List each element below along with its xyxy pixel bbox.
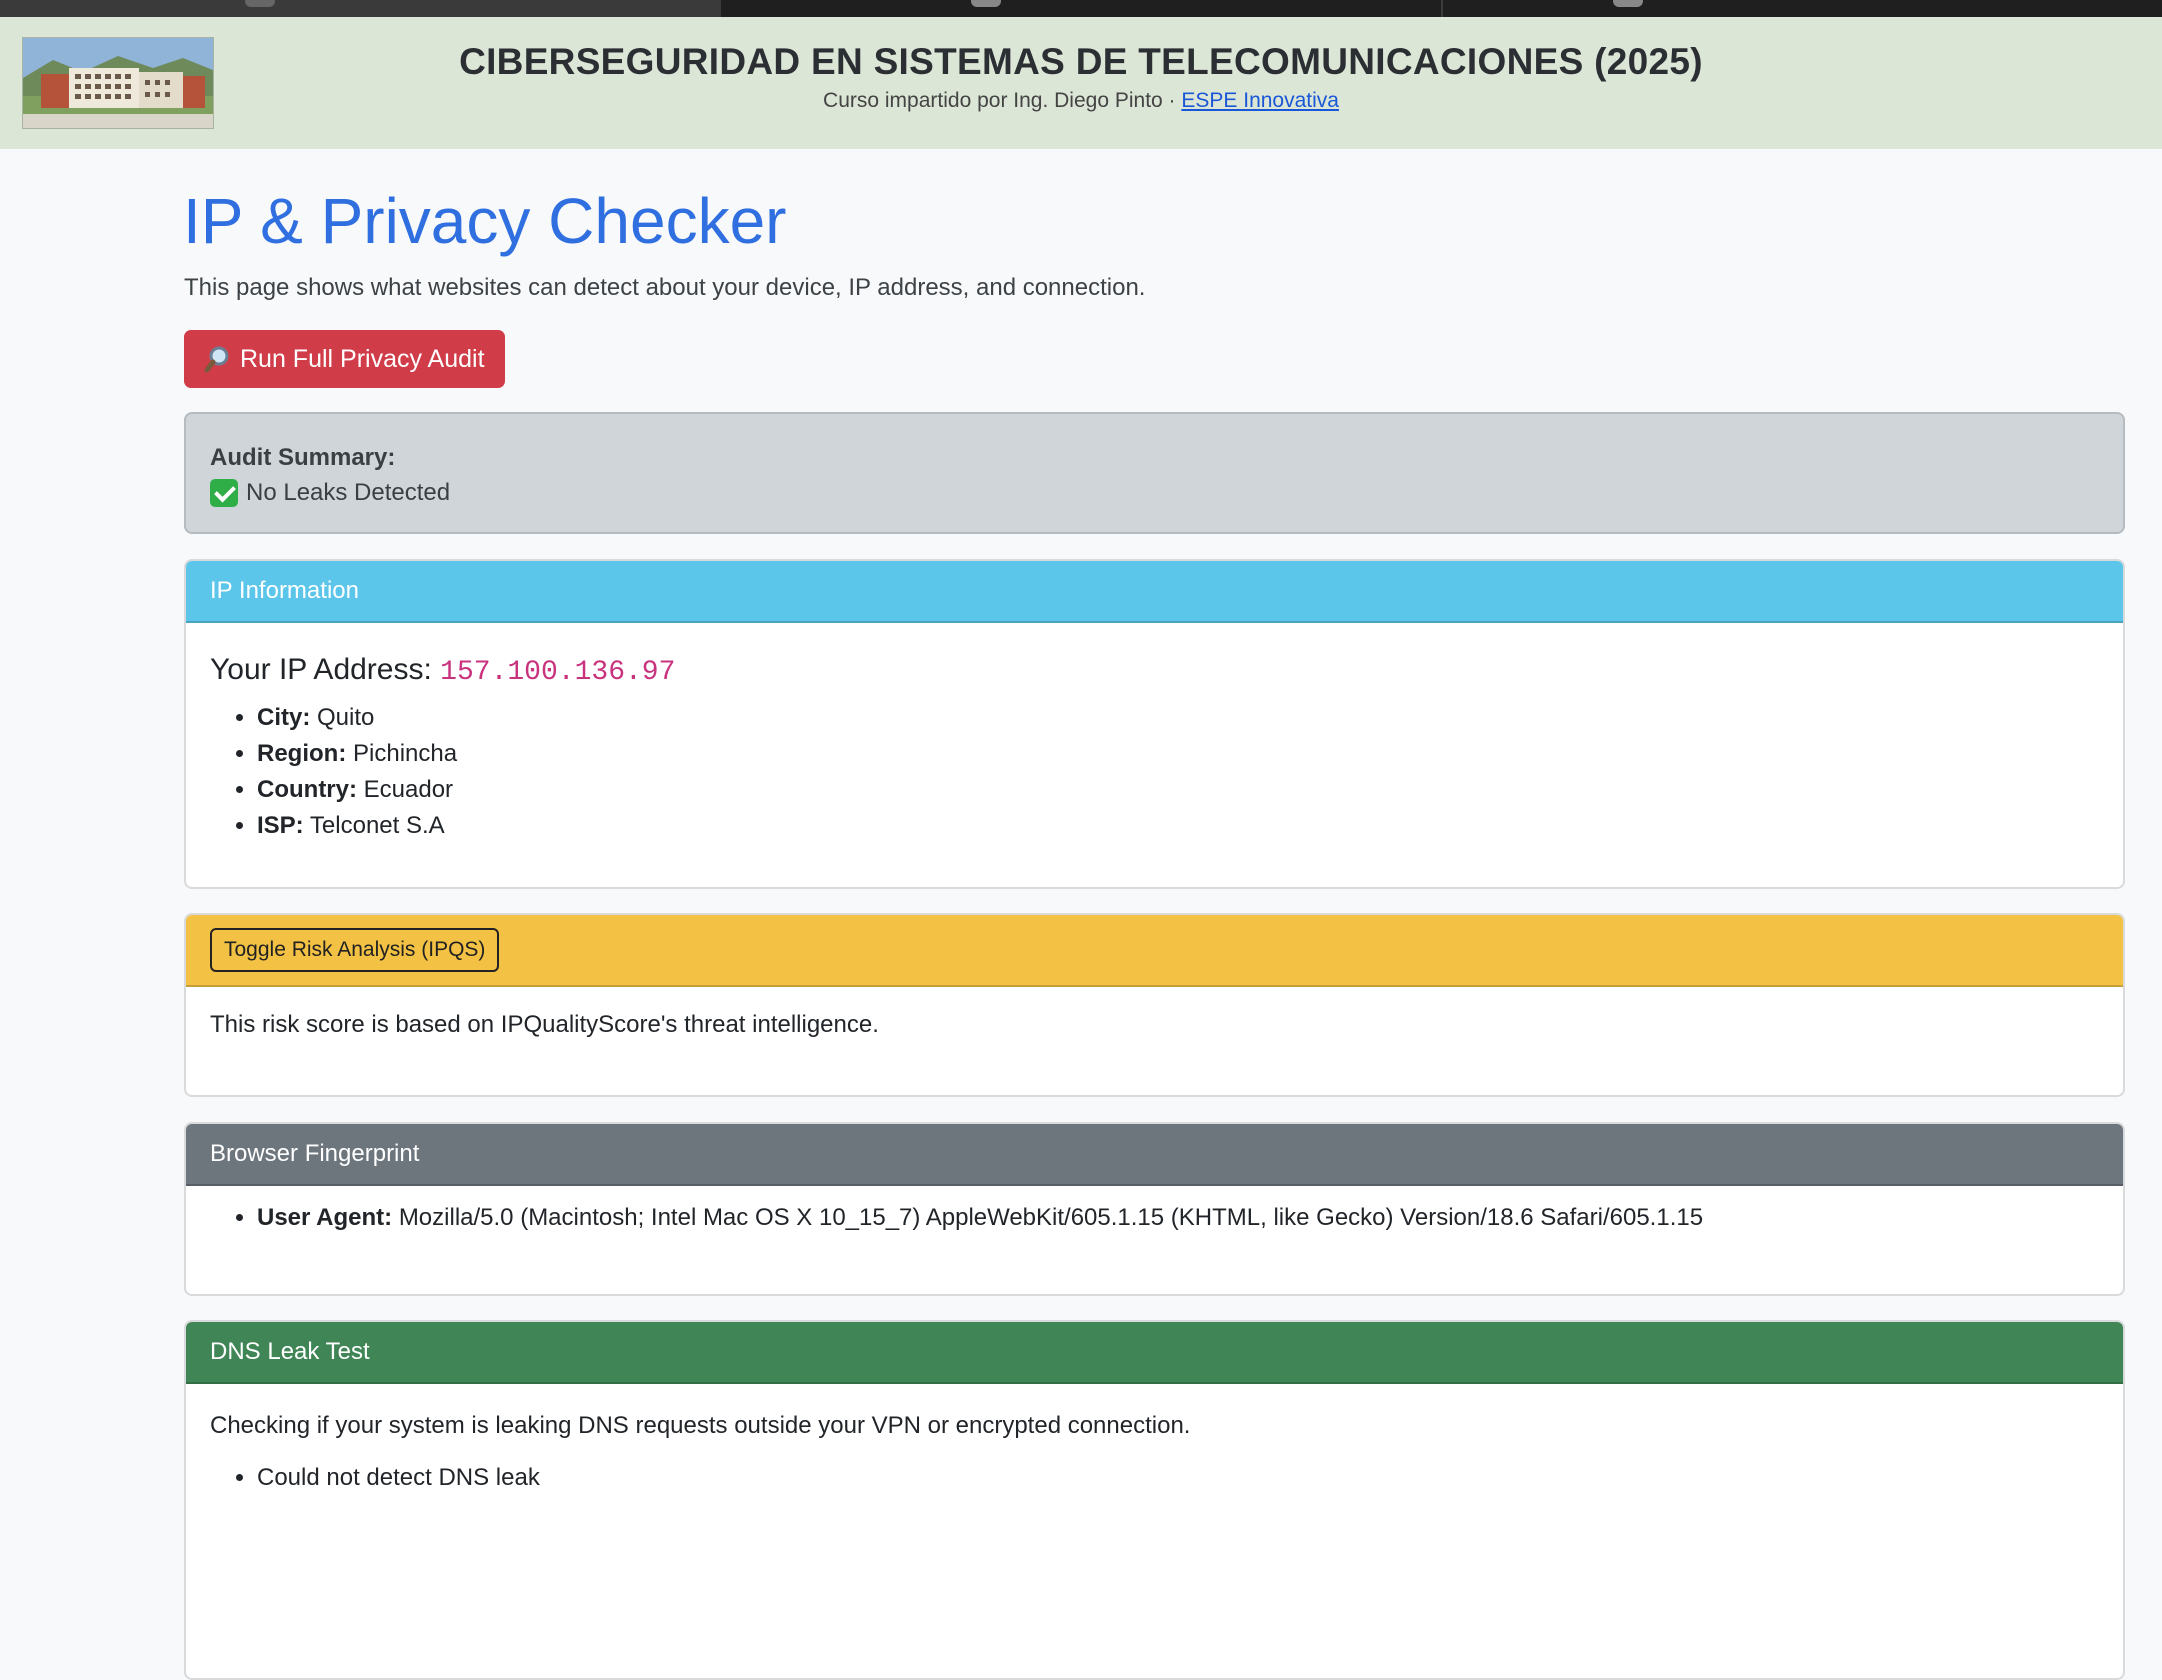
audit-summary-status: No Leaks Detected [210,479,450,507]
audit-status-text: No Leaks Detected [246,479,451,506]
dns-results-list: Could not detect DNS leak [210,1460,2099,1496]
browser-tab-strip [0,0,2162,17]
detail-value: Ecuador [363,776,454,803]
detail-region: Region: Pichincha [257,736,2099,772]
run-audit-label: Run Full Privacy Audit [240,344,485,373]
browser-tab-1[interactable] [0,0,722,17]
ip-address-value: 157.100.136.97 [440,657,676,688]
detail-key: Region: [257,740,347,767]
course-instructor: Curso impartido por Ing. Diego Pinto · [823,89,1182,112]
dns-leak-header: DNS Leak Test [186,1322,2123,1384]
dns-leak-description: Checking if your system is leaking DNS r… [210,1412,1191,1439]
detail-country: Country: Ecuador [257,772,2099,808]
ip-address-line: Your IP Address: 157.100.136.97 [210,653,2099,688]
course-subtitle: Curso impartido por Ing. Diego Pinto · E… [0,89,2162,113]
ip-details-list: City: Quito Region: Pichincha Country: E… [210,700,2099,844]
risk-analysis-header: Toggle Risk Analysis (IPQS) [186,915,2123,987]
detail-value: Quito [317,704,375,731]
detail-key: ISP: [257,812,304,839]
magnifying-glass-icon [204,345,232,373]
dns-result-item: Could not detect DNS leak [257,1460,2099,1496]
espe-innovativa-link[interactable]: ESPE Innovativa [1181,89,1339,112]
ip-information-card: IP Information Your IP Address: 157.100.… [184,559,2125,889]
detail-value: Pichincha [353,740,458,767]
detail-value: Telconet S.A [309,812,445,839]
user-agent-value: Mozilla/5.0 (Macintosh; Intel Mac OS X 1… [398,1204,1704,1231]
check-mark-icon [210,479,238,507]
browser-fingerprint-header: Browser Fingerprint [186,1124,2123,1186]
browser-tab-2[interactable] [721,0,1443,17]
audit-summary: Audit Summary: No Leaks Detected [184,412,2125,534]
run-audit-button[interactable]: Run Full Privacy Audit [184,330,505,388]
dns-leak-card: DNS Leak Test Checking if your system is… [184,1320,2125,1680]
detail-city: City: Quito [257,700,2099,736]
audit-summary-label: Audit Summary: [210,444,396,471]
ip-address-label: Your IP Address: [210,653,432,686]
toggle-risk-analysis-button[interactable]: Toggle Risk Analysis (IPQS) [210,928,500,972]
risk-analysis-card: Toggle Risk Analysis (IPQS) This risk sc… [184,913,2125,1097]
detail-isp: ISP: Telconet S.A [257,808,2099,844]
user-agent-key: User Agent: [257,1204,393,1231]
fingerprint-list: User Agent: Mozilla/5.0 (Macintosh; Inte… [210,1200,2099,1236]
risk-analysis-body: This risk score is based on IPQualitySco… [210,1011,879,1038]
detail-key: City: [257,704,311,731]
user-agent-item: User Agent: Mozilla/5.0 (Macintosh; Inte… [257,1200,2099,1236]
site-header: CIBERSEGURIDAD EN SISTEMAS DE TELECOMUNI… [0,17,2162,149]
page-description: This page shows what websites can detect… [184,274,1146,301]
course-title: CIBERSEGURIDAD EN SISTEMAS DE TELECOMUNI… [459,41,1703,82]
browser-tab-3[interactable] [1443,0,2162,17]
browser-fingerprint-card: Browser Fingerprint User Agent: Mozilla/… [184,1122,2125,1296]
page-title: IP & Privacy Checker [183,185,787,257]
detail-key: Country: [257,776,357,803]
ip-information-header: IP Information [186,561,2123,623]
